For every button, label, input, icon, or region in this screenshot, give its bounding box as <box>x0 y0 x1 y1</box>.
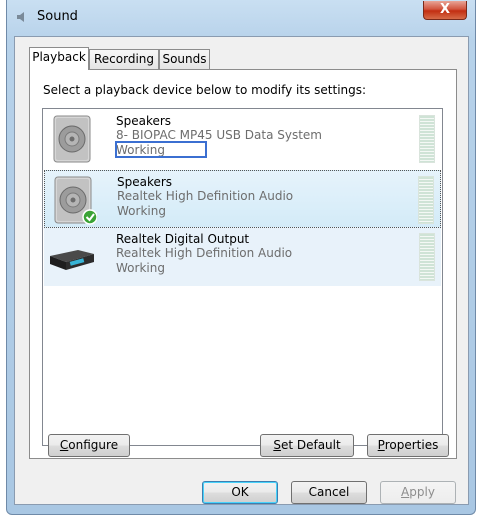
device-item-realtek-speakers[interactable]: Speakers Realtek High Definition Audio W… <box>44 170 441 228</box>
configure-label: onfigure <box>68 438 119 452</box>
tab-recording[interactable]: Recording <box>89 49 159 69</box>
device-status: Working <box>116 261 165 275</box>
configure-button[interactable]: Configure <box>48 434 130 457</box>
device-item-biopac-speakers[interactable]: Speakers 8- BIOPAC MP45 USB Data System … <box>44 110 441 168</box>
tab-playback[interactable]: Playback <box>29 47 89 70</box>
device-name: Realtek Digital Output <box>116 232 250 246</box>
set-default-button[interactable]: Set Default <box>260 434 354 457</box>
window-title: Sound <box>37 9 78 24</box>
device-name: Speakers <box>116 114 172 128</box>
volume-level-meter <box>419 115 435 163</box>
volume-level-meter <box>419 233 435 281</box>
properties-label: roperties <box>384 438 439 452</box>
device-name: Speakers <box>117 175 173 189</box>
ok-button[interactable]: OK <box>202 481 278 504</box>
speaker-app-icon <box>17 12 24 22</box>
close-button[interactable]: X <box>423 1 467 20</box>
green-check-icon <box>82 209 97 225</box>
dialog-client-area: Playback Recording Sounds Select a playb… <box>14 36 469 505</box>
device-status: Working <box>117 204 166 218</box>
properties-button[interactable]: Properties <box>367 434 449 457</box>
apply-label: pply <box>409 485 435 499</box>
set-default-label: et Default <box>280 438 341 452</box>
speaker-icon <box>53 115 91 163</box>
sound-dialog-window: Sound X Playback Recording Sounds Select… <box>6 0 476 515</box>
apply-button[interactable]: Apply <box>380 481 456 504</box>
tab-sounds[interactable]: Sounds <box>159 49 210 69</box>
device-description: Realtek High Definition Audio <box>116 246 293 260</box>
playback-device-list[interactable]: Speakers 8- BIOPAC MP45 USB Data System … <box>42 108 443 446</box>
title-bar[interactable]: Sound X <box>7 0 475 36</box>
speaker-icon <box>54 176 97 225</box>
digital-receiver-icon <box>50 250 94 270</box>
instruction-text: Select a playback device below to modify… <box>43 83 367 97</box>
playback-panel: Select a playback device below to modify… <box>29 69 457 459</box>
device-item-realtek-digital-output[interactable]: Realtek Digital Output Realtek High Defi… <box>44 228 441 286</box>
device-description: Realtek High Definition Audio <box>117 189 294 203</box>
status-highlight-box <box>115 141 207 158</box>
volume-level-meter <box>418 176 434 224</box>
device-description: 8- BIOPAC MP45 USB Data System <box>116 128 322 142</box>
cancel-button[interactable]: Cancel <box>291 481 367 504</box>
properties-mnemonic: P <box>377 438 385 452</box>
set-default-mnemonic: S <box>273 438 281 452</box>
